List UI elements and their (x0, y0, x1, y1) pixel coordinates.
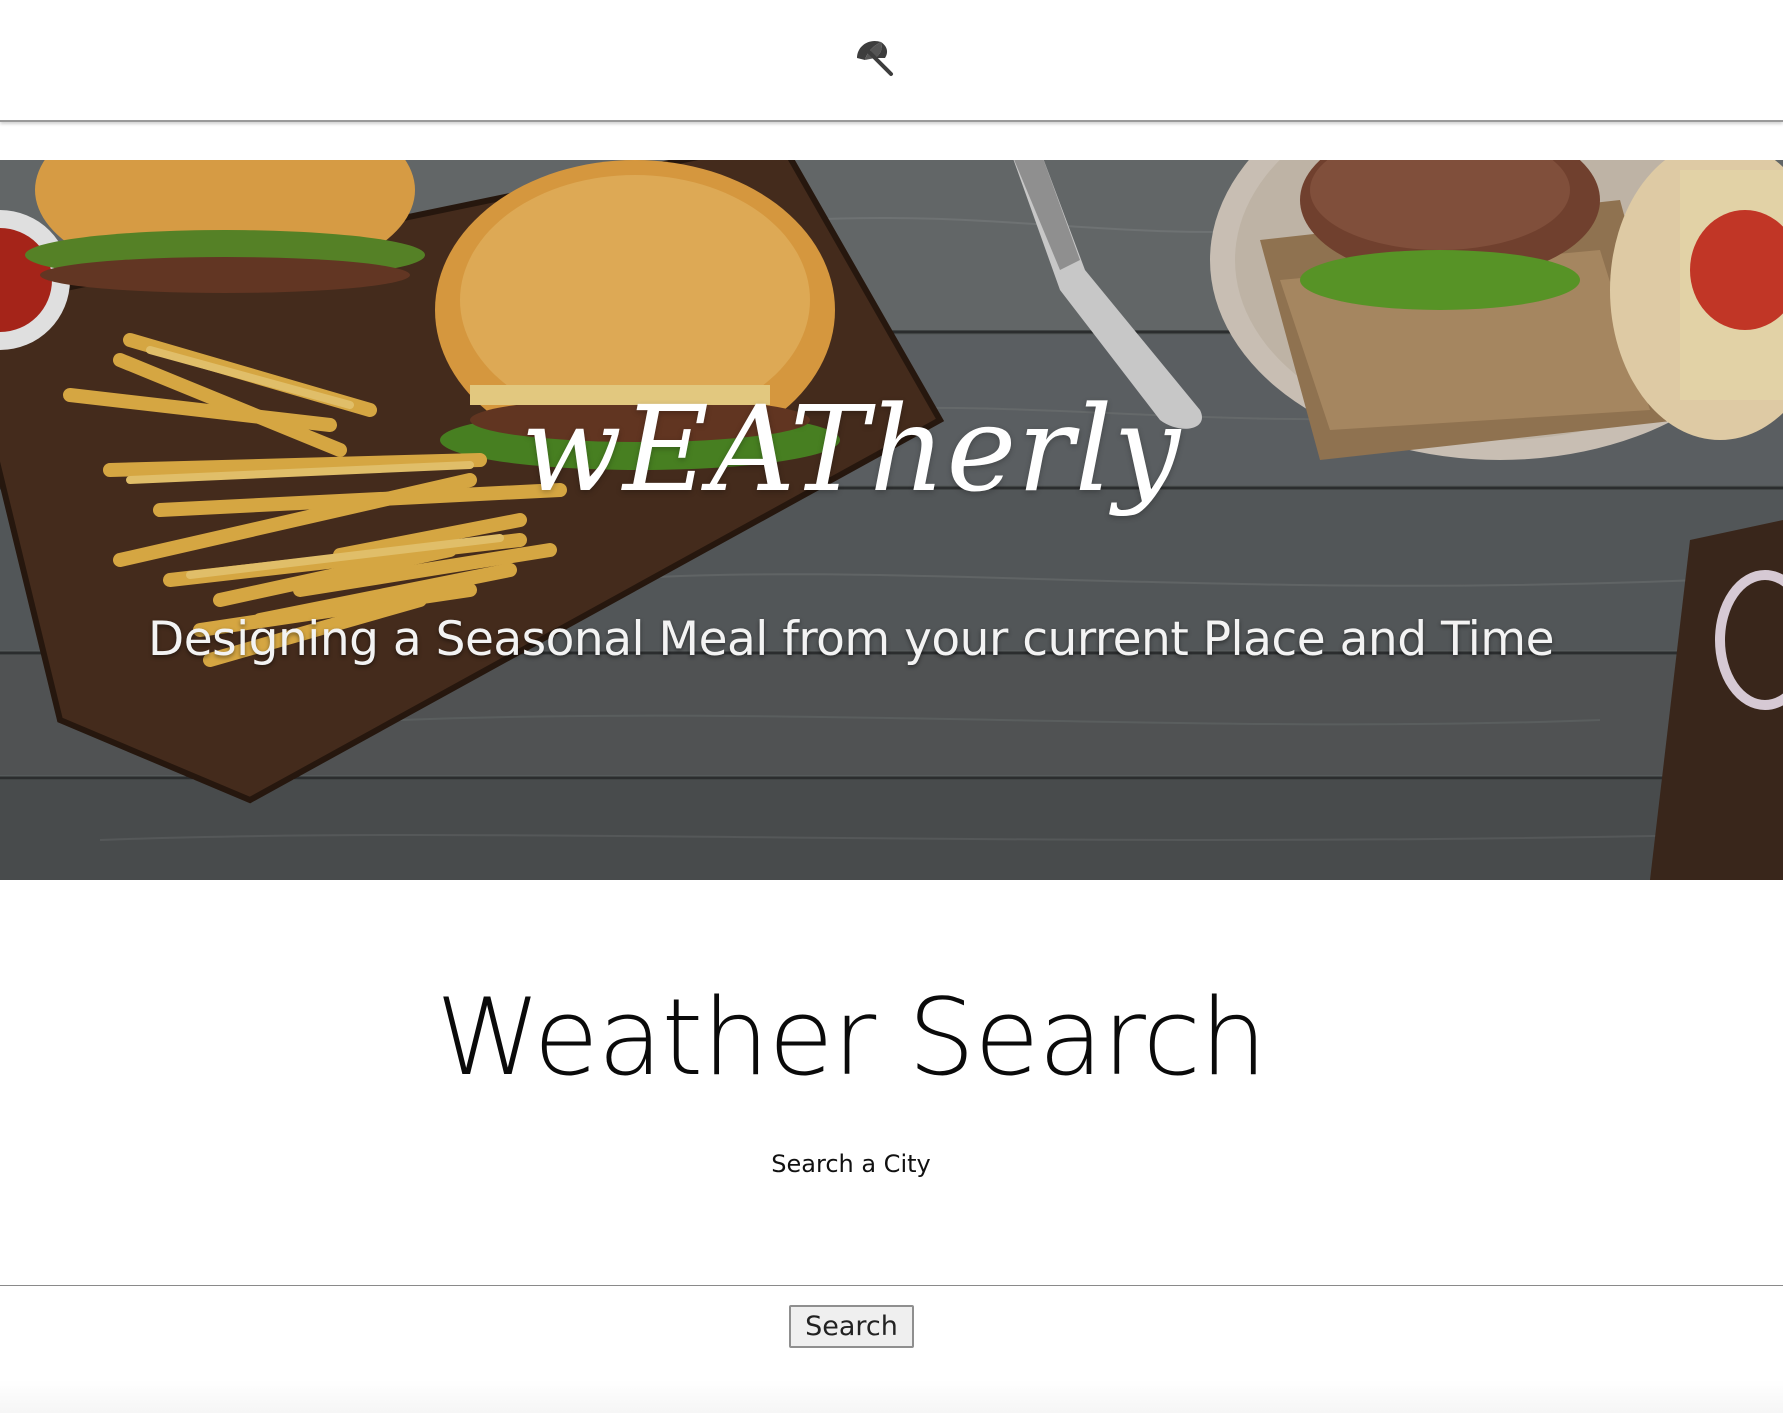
umbrella-icon[interactable] (853, 36, 895, 78)
city-search-input[interactable] (0, 1200, 1783, 1286)
hero-subtitle: Designing a Seasonal Meal from your curr… (148, 612, 1555, 667)
hero-background-image (0, 160, 1783, 880)
search-city-label: Search a City (771, 1150, 931, 1178)
page: wEATherly Designing a Seasonal Meal from… (0, 0, 1783, 1413)
hero-banner: wEATherly Designing a Seasonal Meal from… (0, 160, 1783, 880)
search-button[interactable]: Search (789, 1305, 914, 1348)
page-footer-fade (0, 1380, 1783, 1413)
hero-title: wEATherly (520, 380, 1182, 518)
top-navbar (0, 0, 1783, 122)
weather-search-title: Weather Search (435, 976, 1267, 1099)
